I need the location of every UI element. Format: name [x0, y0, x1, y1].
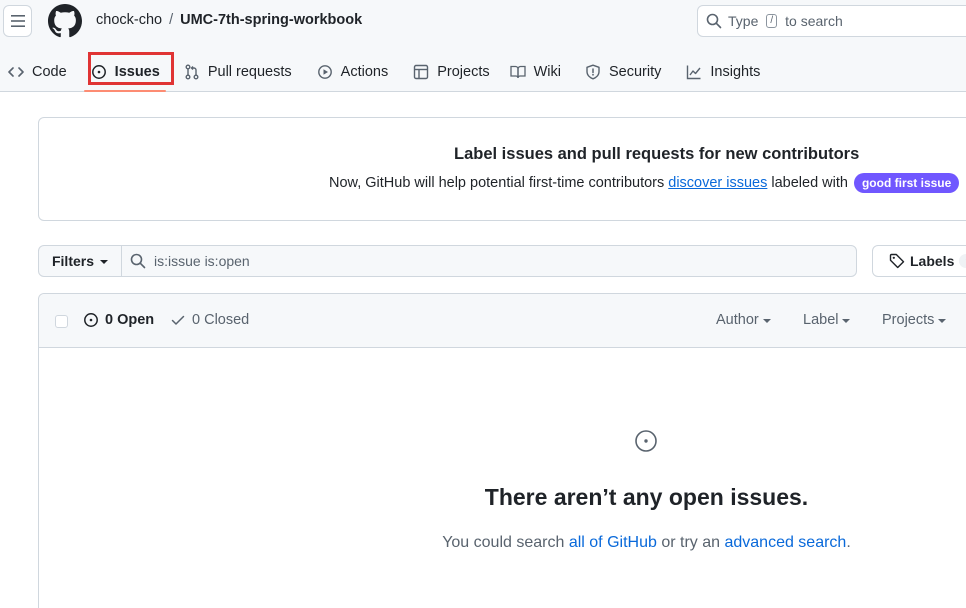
- issue-opened-icon: [84, 313, 98, 327]
- issue-opened-icon: [635, 430, 657, 452]
- tab-projects-label: Projects: [437, 64, 490, 80]
- tab-projects[interactable]: Projects: [405, 56, 497, 88]
- github-logo-icon[interactable]: [48, 4, 82, 38]
- chevron-down-icon: [762, 319, 771, 323]
- issues-list: 0 Open 0 Closed Author Label Projects Th…: [38, 293, 966, 608]
- banner-text: Now, GitHub will help potential first-ti…: [329, 173, 960, 193]
- filters-button[interactable]: Filters: [38, 245, 122, 277]
- tab-insights-label: Insights: [710, 64, 761, 80]
- select-all-checkbox[interactable]: [55, 315, 68, 328]
- empty-state-title: There aren’t any open issues.: [484, 484, 809, 510]
- issues-list-header: 0 Open 0 Closed Author Label Projects: [39, 294, 966, 348]
- issue-search-input[interactable]: is:issue is:open: [121, 245, 857, 277]
- tab-wiki[interactable]: Wiki: [502, 56, 569, 88]
- label-dropdown[interactable]: Label: [803, 312, 851, 328]
- hamburger-icon: [10, 15, 25, 27]
- code-icon: [8, 67, 24, 77]
- tab-security-label: Security: [609, 64, 662, 80]
- banner-text-after: labeled with: [771, 175, 848, 191]
- tab-pull-requests[interactable]: Pull requests: [176, 56, 300, 88]
- repo-name-link[interactable]: UMC-7th-spring-workbook: [180, 12, 362, 28]
- closed-issues-filter[interactable]: 0 Closed: [170, 312, 249, 328]
- empty-text-after: .: [846, 534, 851, 551]
- search-icon: [130, 253, 146, 269]
- tab-insights[interactable]: Insights: [678, 56, 768, 88]
- issue-opened-icon: [91, 65, 106, 79]
- author-dropdown-label: Author: [716, 312, 759, 328]
- banner-text-before: Now, GitHub will help potential first-ti…: [329, 175, 665, 191]
- tab-actions-label: Actions: [340, 64, 389, 80]
- empty-text-mid: or try an: [661, 534, 721, 551]
- tab-actions[interactable]: Actions: [309, 56, 397, 88]
- table-icon: [414, 64, 429, 80]
- chevron-down-icon: [100, 260, 108, 264]
- tab-wiki-label: Wiki: [533, 64, 561, 80]
- projects-dropdown[interactable]: Projects: [882, 312, 947, 328]
- search-placeholder-prefix: Type: [728, 13, 759, 29]
- tab-code-label: Code: [32, 64, 67, 80]
- search-icon: [706, 13, 722, 29]
- tab-pull-requests-label: Pull requests: [207, 64, 292, 80]
- tab-code[interactable]: Code: [0, 56, 75, 88]
- breadcrumb: chock-cho / UMC-7th-spring-workbook: [96, 12, 362, 28]
- repo-tabs: Code Issues Pull requests Actions Projec…: [0, 52, 768, 92]
- empty-text-before: You could search: [442, 534, 565, 551]
- repo-header: chock-cho / UMC-7th-spring-workbook Type…: [0, 0, 966, 92]
- advanced-search-link[interactable]: advanced search: [724, 534, 846, 551]
- empty-state-text: You could search all of GitHub or try an…: [39, 534, 966, 552]
- banner-title: Label issues and pull requests for new c…: [454, 145, 860, 163]
- search-shortcut-key: /: [766, 14, 778, 28]
- shield-icon: [586, 64, 600, 80]
- labels-count-badge: 9: [959, 254, 966, 268]
- chevron-down-icon: [938, 319, 947, 323]
- filters-button-label: Filters: [51, 253, 94, 269]
- tab-issues-label: Issues: [114, 64, 160, 80]
- good-first-issue-label[interactable]: good first issue: [853, 173, 960, 193]
- repo-owner-link[interactable]: chock-cho: [96, 12, 162, 28]
- tag-icon: [889, 253, 905, 269]
- label-dropdown-label: Label: [803, 312, 839, 328]
- breadcrumb-separator: /: [169, 12, 174, 28]
- graph-icon: [687, 65, 701, 80]
- all-of-github-link[interactable]: all of GitHub: [569, 534, 657, 551]
- issue-search-query: is:issue is:open: [154, 253, 250, 269]
- labels-button-label: Labels: [910, 253, 955, 269]
- author-dropdown[interactable]: Author: [716, 312, 771, 328]
- closed-issues-count: 0 Closed: [192, 312, 250, 328]
- open-issues-count: 0 Open: [105, 312, 155, 328]
- play-icon: [317, 65, 332, 79]
- global-search-input[interactable]: Type / to search: [697, 5, 966, 37]
- chevron-down-icon: [842, 319, 851, 323]
- tab-security[interactable]: Security: [577, 56, 669, 88]
- projects-dropdown-label: Projects: [882, 312, 935, 328]
- check-icon: [171, 315, 185, 325]
- good-first-issue-banner: Label issues and pull requests for new c…: [38, 117, 966, 221]
- active-tab-underline: [84, 90, 166, 92]
- search-placeholder-suffix: to search: [785, 13, 843, 29]
- tab-issues[interactable]: Issues: [83, 56, 168, 88]
- git-pull-request-icon: [185, 64, 199, 80]
- discover-issues-link[interactable]: discover issues: [668, 175, 767, 191]
- labels-button[interactable]: Labels 9: [872, 245, 966, 277]
- book-icon: [509, 65, 526, 79]
- open-issues-filter[interactable]: 0 Open: [83, 312, 154, 328]
- hamburger-menu-button[interactable]: [3, 5, 32, 37]
